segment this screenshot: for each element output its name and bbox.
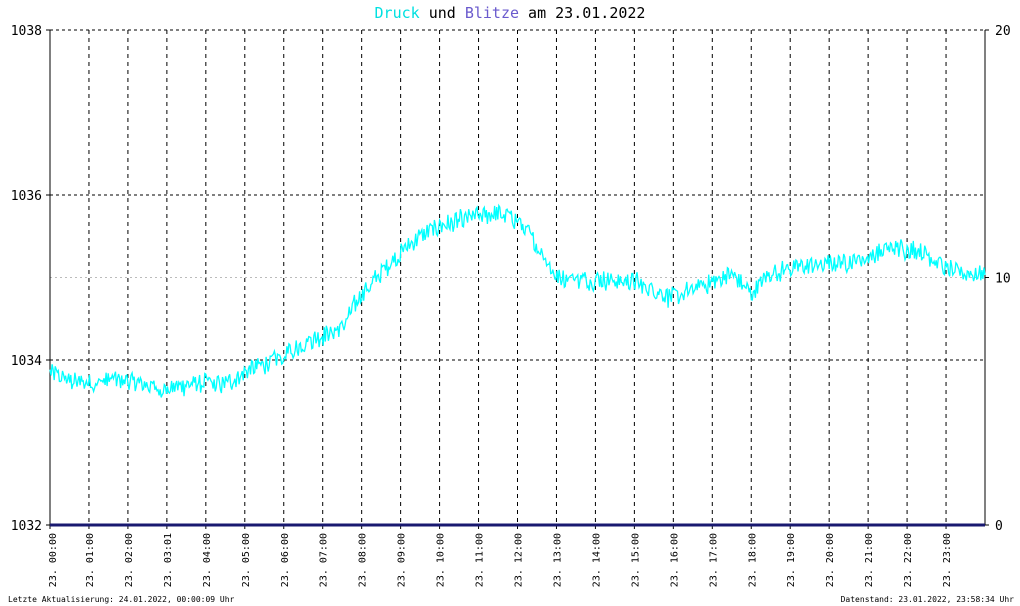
- footer-data-state: Datenstand: 23.01.2022, 23:58:34 Uhr: [840, 595, 1014, 604]
- x-tick-label: 23. 06:00: [280, 533, 291, 587]
- right-tick-label: 0: [995, 519, 1003, 534]
- x-tick-label: 23. 02:00: [124, 533, 135, 587]
- chart-svg: 1032 1034 1036 1038 0 10 20 23. 00:00 23. 01:00 2…: [11, 24, 1011, 587]
- x-tick-label: 23. 01:00: [85, 533, 96, 587]
- x-tick-label: 23. 13:00: [552, 533, 563, 587]
- tick-labels: 1032 1034 1036 1038 0 10 20 23. 00:00 23. 01:00 2…: [11, 24, 1011, 587]
- x-tick-label: 23. 21:00: [864, 533, 875, 587]
- left-tick-label: 1038: [11, 24, 42, 39]
- x-tick-label: 23. 12:00: [514, 533, 525, 587]
- x-tick-label: 23. 15:00: [630, 533, 641, 587]
- x-tick-label: 23. 16:00: [669, 533, 680, 587]
- series-layer: [49, 203, 986, 527]
- x-tick-label: 23. 00:00: [48, 533, 59, 587]
- left-tick-label: 1034: [11, 354, 42, 369]
- x-tick-label: 23. 07:00: [319, 533, 330, 587]
- left-tick-label: 1036: [11, 189, 42, 204]
- x-tick-label: 23. 14:00: [591, 533, 602, 587]
- chart-frame: Druck und Blitze am 23.01.2022 1032 1034 1…: [0, 0, 1020, 606]
- grid: [50, 29, 985, 526]
- x-tick-label: 23. 03:01: [163, 533, 174, 587]
- right-tick-label: 20: [995, 24, 1011, 39]
- x-tick-label: 23. 11:00: [475, 533, 486, 587]
- x-tick-label: 23. 09:00: [397, 533, 408, 587]
- x-tick-label: 23. 17:00: [708, 533, 719, 587]
- x-tick-label: 23. 22:00: [903, 533, 914, 587]
- x-tick-label: 23. 05:00: [241, 533, 252, 587]
- x-tick-label: 23. 23:00: [942, 533, 953, 587]
- left-tick-label: 1032: [11, 519, 42, 534]
- x-tick-label: 23. 10:00: [436, 533, 447, 587]
- x-tick-label: 23. 20:00: [825, 533, 836, 587]
- footer-last-update: Letzte Aktualisierung: 24.01.2022, 00:00…: [8, 595, 235, 604]
- x-tick-label: 23. 18:00: [747, 533, 758, 587]
- x-tick-label: 23. 08:00: [358, 533, 369, 587]
- x-tick-label: 23. 04:00: [202, 533, 213, 587]
- x-tick-label: 23. 19:00: [786, 533, 797, 587]
- right-tick-label: 10: [995, 272, 1011, 287]
